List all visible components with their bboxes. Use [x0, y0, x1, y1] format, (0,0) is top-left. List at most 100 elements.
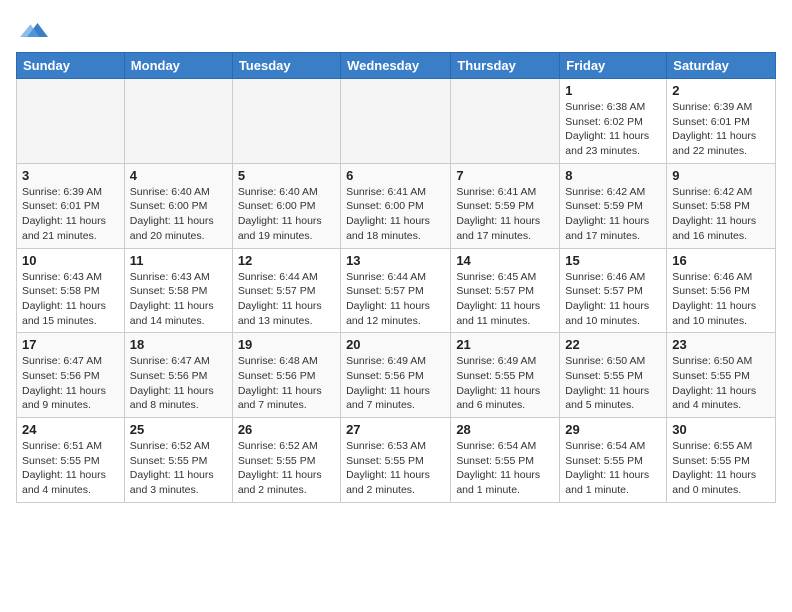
calendar-cell: 27 Sunrise: 6:53 AMSunset: 5:55 PMDayligh… [341, 418, 451, 503]
day-number: 22 [565, 337, 661, 352]
day-info: Sunrise: 6:50 AMSunset: 5:55 PMDaylight:… [672, 354, 770, 413]
logo-icon [20, 16, 48, 44]
weekday-header-wednesday: Wednesday [341, 53, 451, 79]
day-number: 1 [565, 83, 661, 98]
calendar-cell [341, 79, 451, 164]
calendar-cell: 5 Sunrise: 6:40 AMSunset: 6:00 PMDaylight… [232, 163, 340, 248]
calendar-week-3: 10 Sunrise: 6:43 AMSunset: 5:58 PMDayligh… [17, 248, 776, 333]
calendar-cell: 4Sunrise: 6:40 AMSunset: 6:00 PMDaylight… [124, 163, 232, 248]
calendar-cell: 19 Sunrise: 6:48 AMSunset: 5:56 PMDayligh… [232, 333, 340, 418]
calendar-week-1: 1 Sunrise: 6:38 AMSunset: 6:02 PMDaylight… [17, 79, 776, 164]
day-number: 25 [130, 422, 227, 437]
day-info: Sunrise: 6:43 AMSunset: 5:58 PMDaylight:… [22, 270, 119, 329]
day-number: 24 [22, 422, 119, 437]
weekday-header-thursday: Thursday [451, 53, 560, 79]
day-number: 26 [238, 422, 335, 437]
day-number: 9 [672, 168, 770, 183]
calendar-cell: 25Sunrise: 6:52 AMSunset: 5:55 PMDayligh… [124, 418, 232, 503]
day-number: 17 [22, 337, 119, 352]
calendar-week-2: 3Sunrise: 6:39 AMSunset: 6:01 PMDaylight… [17, 163, 776, 248]
weekday-header-sunday: Sunday [17, 53, 125, 79]
calendar-cell: 9 Sunrise: 6:42 AMSunset: 5:58 PMDaylight… [667, 163, 776, 248]
day-info: Sunrise: 6:54 AMSunset: 5:55 PMDaylight:… [456, 439, 554, 498]
day-info: Sunrise: 6:51 AMSunset: 5:55 PMDaylight:… [22, 439, 119, 498]
day-number: 3 [22, 168, 119, 183]
day-number: 14 [456, 253, 554, 268]
day-number: 8 [565, 168, 661, 183]
day-number: 19 [238, 337, 335, 352]
weekday-header-friday: Friday [560, 53, 667, 79]
calendar-table: SundayMondayTuesdayWednesdayThursdayFrid… [16, 52, 776, 503]
day-number: 18 [130, 337, 227, 352]
calendar-cell: 30Sunrise: 6:55 AMSunset: 5:55 PMDayligh… [667, 418, 776, 503]
calendar-cell: 20 Sunrise: 6:49 AMSunset: 5:56 PMDayligh… [341, 333, 451, 418]
day-info: Sunrise: 6:42 AMSunset: 5:58 PMDaylight:… [672, 185, 770, 244]
calendar-cell: 26 Sunrise: 6:52 AMSunset: 5:55 PMDayligh… [232, 418, 340, 503]
calendar-cell: 1 Sunrise: 6:38 AMSunset: 6:02 PMDaylight… [560, 79, 667, 164]
calendar-cell: 12 Sunrise: 6:44 AMSunset: 5:57 PMDayligh… [232, 248, 340, 333]
day-info: Sunrise: 6:46 AMSunset: 5:57 PMDaylight:… [565, 270, 661, 329]
day-number: 23 [672, 337, 770, 352]
calendar-cell: 17 Sunrise: 6:47 AMSunset: 5:56 PMDayligh… [17, 333, 125, 418]
calendar-header-row: SundayMondayTuesdayWednesdayThursdayFrid… [17, 53, 776, 79]
day-info: Sunrise: 6:44 AMSunset: 5:57 PMDaylight:… [238, 270, 335, 329]
calendar-cell [124, 79, 232, 164]
calendar-cell: 7 Sunrise: 6:41 AMSunset: 5:59 PMDaylight… [451, 163, 560, 248]
calendar-cell: 29 Sunrise: 6:54 AMSunset: 5:55 PMDayligh… [560, 418, 667, 503]
day-number: 2 [672, 83, 770, 98]
day-info: Sunrise: 6:38 AMSunset: 6:02 PMDaylight:… [565, 100, 661, 159]
day-info: Sunrise: 6:55 AMSunset: 5:55 PMDaylight:… [672, 439, 770, 498]
day-number: 16 [672, 253, 770, 268]
day-number: 27 [346, 422, 445, 437]
day-info: Sunrise: 6:54 AMSunset: 5:55 PMDaylight:… [565, 439, 661, 498]
logo [16, 16, 48, 44]
day-info: Sunrise: 6:40 AMSunset: 6:00 PMDaylight:… [238, 185, 335, 244]
day-number: 21 [456, 337, 554, 352]
day-number: 11 [130, 253, 227, 268]
day-info: Sunrise: 6:47 AMSunset: 5:56 PMDaylight:… [130, 354, 227, 413]
day-info: Sunrise: 6:49 AMSunset: 5:55 PMDaylight:… [456, 354, 554, 413]
calendar-week-5: 24 Sunrise: 6:51 AMSunset: 5:55 PMDayligh… [17, 418, 776, 503]
calendar-cell: 2 Sunrise: 6:39 AMSunset: 6:01 PMDaylight… [667, 79, 776, 164]
day-info: Sunrise: 6:50 AMSunset: 5:55 PMDaylight:… [565, 354, 661, 413]
day-number: 12 [238, 253, 335, 268]
calendar-cell [17, 79, 125, 164]
calendar-cell: 28 Sunrise: 6:54 AMSunset: 5:55 PMDayligh… [451, 418, 560, 503]
day-number: 7 [456, 168, 554, 183]
calendar-cell [232, 79, 340, 164]
calendar-cell: 22 Sunrise: 6:50 AMSunset: 5:55 PMDayligh… [560, 333, 667, 418]
calendar-cell: 23 Sunrise: 6:50 AMSunset: 5:55 PMDayligh… [667, 333, 776, 418]
day-info: Sunrise: 6:39 AMSunset: 6:01 PMDaylight:… [672, 100, 770, 159]
day-number: 29 [565, 422, 661, 437]
calendar-cell: 10 Sunrise: 6:43 AMSunset: 5:58 PMDayligh… [17, 248, 125, 333]
day-info: Sunrise: 6:41 AMSunset: 5:59 PMDaylight:… [456, 185, 554, 244]
day-info: Sunrise: 6:43 AMSunset: 5:58 PMDaylight:… [130, 270, 227, 329]
day-info: Sunrise: 6:45 AMSunset: 5:57 PMDaylight:… [456, 270, 554, 329]
calendar-cell: 8Sunrise: 6:42 AMSunset: 5:59 PMDaylight… [560, 163, 667, 248]
calendar-cell: 18 Sunrise: 6:47 AMSunset: 5:56 PMDayligh… [124, 333, 232, 418]
calendar-cell: 11 Sunrise: 6:43 AMSunset: 5:58 PMDayligh… [124, 248, 232, 333]
day-number: 10 [22, 253, 119, 268]
calendar-cell: 21 Sunrise: 6:49 AMSunset: 5:55 PMDayligh… [451, 333, 560, 418]
calendar-cell: 24 Sunrise: 6:51 AMSunset: 5:55 PMDayligh… [17, 418, 125, 503]
calendar-cell: 3Sunrise: 6:39 AMSunset: 6:01 PMDaylight… [17, 163, 125, 248]
day-info: Sunrise: 6:47 AMSunset: 5:56 PMDaylight:… [22, 354, 119, 413]
day-number: 20 [346, 337, 445, 352]
day-info: Sunrise: 6:48 AMSunset: 5:56 PMDaylight:… [238, 354, 335, 413]
calendar-cell: 15Sunrise: 6:46 AMSunset: 5:57 PMDayligh… [560, 248, 667, 333]
day-info: Sunrise: 6:52 AMSunset: 5:55 PMDaylight:… [238, 439, 335, 498]
day-number: 4 [130, 168, 227, 183]
calendar-cell: 13Sunrise: 6:44 AMSunset: 5:57 PMDayligh… [341, 248, 451, 333]
day-number: 6 [346, 168, 445, 183]
calendar-cell: 14 Sunrise: 6:45 AMSunset: 5:57 PMDayligh… [451, 248, 560, 333]
calendar-cell: 16Sunrise: 6:46 AMSunset: 5:56 PMDayligh… [667, 248, 776, 333]
day-number: 5 [238, 168, 335, 183]
day-info: Sunrise: 6:53 AMSunset: 5:55 PMDaylight:… [346, 439, 445, 498]
calendar-cell [451, 79, 560, 164]
calendar-cell: 6Sunrise: 6:41 AMSunset: 6:00 PMDaylight… [341, 163, 451, 248]
day-number: 28 [456, 422, 554, 437]
weekday-header-tuesday: Tuesday [232, 53, 340, 79]
day-info: Sunrise: 6:44 AMSunset: 5:57 PMDaylight:… [346, 270, 445, 329]
day-info: Sunrise: 6:49 AMSunset: 5:56 PMDaylight:… [346, 354, 445, 413]
weekday-header-monday: Monday [124, 53, 232, 79]
